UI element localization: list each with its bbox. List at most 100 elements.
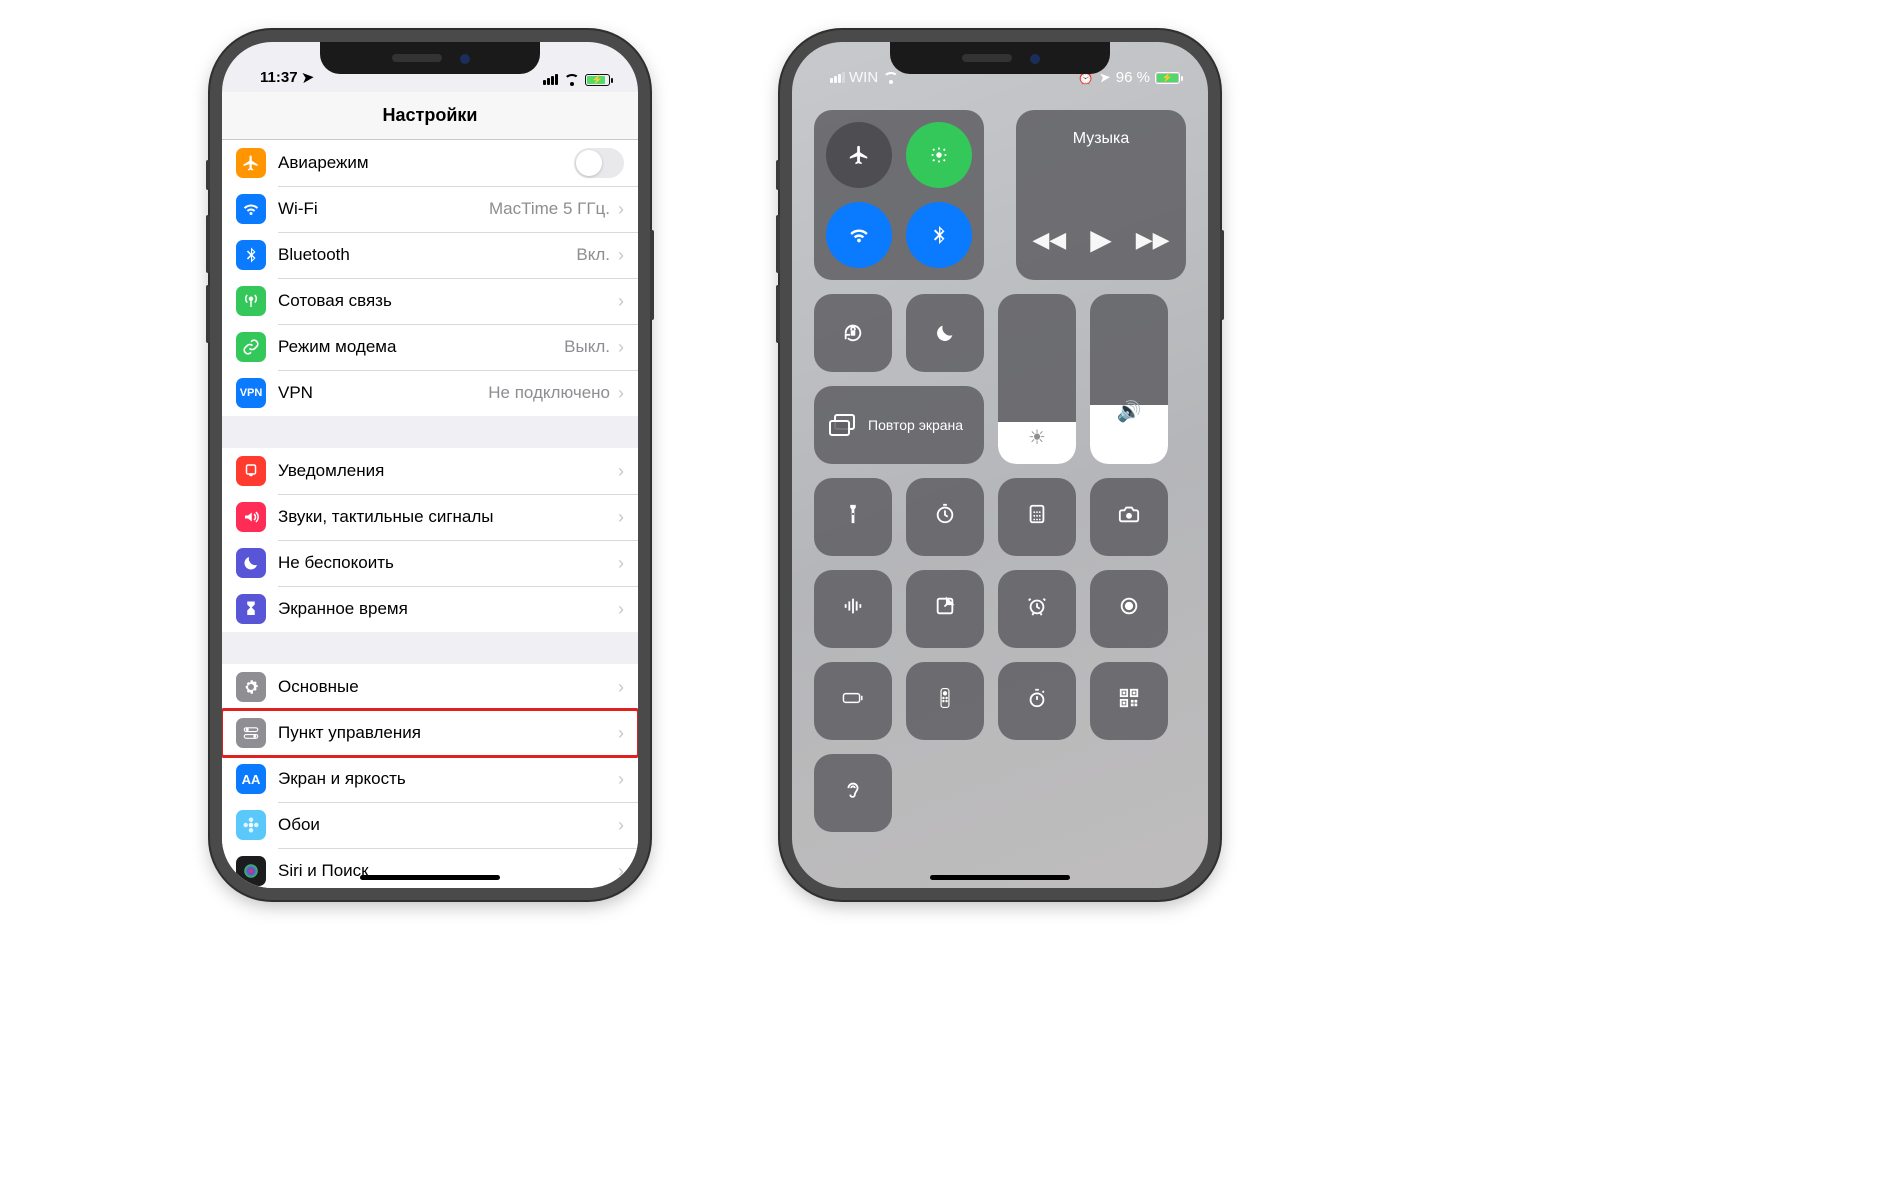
row-label: Не беспокоить: [278, 553, 618, 573]
row-label: Wi-Fi: [278, 199, 489, 219]
settings-row-wifi[interactable]: Wi-FiMacTime 5 ГГц. ›: [222, 186, 638, 232]
timer-icon: [934, 503, 956, 532]
screen-mirror-label: Повтор экрана: [868, 417, 963, 433]
home-indicator[interactable]: [360, 875, 500, 880]
cc-timer-button[interactable]: [906, 478, 984, 556]
bluetooth-toggle[interactable]: [906, 202, 972, 268]
row-detail: Вкл.: [576, 245, 610, 265]
orientation-lock-toggle[interactable]: [814, 294, 892, 372]
airplane-icon: [236, 148, 266, 178]
wifi-toggle[interactable]: [826, 202, 892, 268]
link-icon: [236, 332, 266, 362]
cc-stopwatch-button[interactable]: [998, 662, 1076, 740]
home-indicator[interactable]: [930, 875, 1070, 880]
settings-navbar: Настройки: [222, 92, 638, 140]
cc-battery-button[interactable]: [814, 662, 892, 740]
antenna-icon: [236, 286, 266, 316]
wifi-icon: [882, 71, 899, 84]
chevron-right-icon: ›: [618, 861, 624, 882]
cellular-signal-icon: [830, 72, 845, 83]
row-detail: MacTime 5 ГГц.: [489, 199, 610, 219]
settings-row-controlcenter[interactable]: Пункт управления›: [222, 710, 638, 756]
battery-icon: ⚡: [585, 74, 610, 86]
cc-hearing-button[interactable]: [814, 754, 892, 832]
siri-icon: [236, 856, 266, 886]
wifi-icon: [236, 194, 266, 224]
settings-row-general[interactable]: Основные›: [222, 664, 638, 710]
moon-icon: [236, 548, 266, 578]
vpn-icon: VPN: [236, 378, 266, 408]
row-label: Основные: [278, 677, 618, 697]
screen-mirroring-button[interactable]: Повтор экрана: [814, 386, 984, 464]
settings-list[interactable]: АвиарежимWi-FiMacTime 5 ГГц.›BluetoothВк…: [222, 140, 638, 888]
chevron-right-icon: ›: [618, 507, 624, 528]
carrier-name: WIN: [849, 69, 878, 86]
settings-row-display[interactable]: AA Экран и яркость›: [222, 756, 638, 802]
connectivity-cluster: [814, 110, 984, 280]
settings-row-bluetooth[interactable]: BluetoothВкл.›: [222, 232, 638, 278]
cc-remote-button[interactable]: [906, 662, 984, 740]
cc-qr-button[interactable]: [1090, 662, 1168, 740]
flower-icon: [236, 810, 266, 840]
toggle-switch[interactable]: [574, 148, 624, 178]
chevron-right-icon: ›: [618, 553, 624, 574]
prev-track-icon[interactable]: ◀◀: [1032, 227, 1066, 253]
do-not-disturb-toggle[interactable]: [906, 294, 984, 372]
settings-row-airplane[interactable]: Авиарежим: [222, 140, 638, 186]
chevron-right-icon: ›: [618, 815, 624, 836]
settings-row-screentime[interactable]: Экранное время›: [222, 586, 638, 632]
row-label: Звуки, тактильные сигналы: [278, 507, 618, 527]
brightness-slider[interactable]: ☀: [998, 294, 1076, 464]
status-time: 11:37: [260, 69, 298, 86]
qr-icon: [1118, 687, 1140, 716]
cellular-data-toggle[interactable]: [906, 122, 972, 188]
row-label: Экранное время: [278, 599, 618, 619]
flashlight-icon: [842, 503, 864, 532]
row-label: Сотовая связь: [278, 291, 618, 311]
phone-control-center: WIN ⏰ ➤ 96 % ⚡: [780, 30, 1220, 900]
camera-icon: [1118, 503, 1140, 532]
chevron-right-icon: ›: [618, 199, 624, 220]
volume-icon: 🔊: [1117, 399, 1142, 424]
notch: [890, 42, 1110, 74]
cc-flashlight-button[interactable]: [814, 478, 892, 556]
volume-slider[interactable]: 🔊: [1090, 294, 1168, 464]
row-label: Уведомления: [278, 461, 618, 481]
battery-icon: [842, 687, 864, 716]
record-icon: [1118, 595, 1140, 624]
chevron-right-icon: ›: [618, 769, 624, 790]
settings-row-cellular[interactable]: Сотовая связь›: [222, 278, 638, 324]
cc-voice-button[interactable]: [814, 570, 892, 648]
settings-row-vpn[interactable]: VPNVPNНе подключено›: [222, 370, 638, 416]
voice-icon: [842, 595, 864, 624]
row-detail: Не подключено: [488, 383, 610, 403]
next-track-icon[interactable]: ▶▶: [1136, 227, 1170, 253]
music-tile[interactable]: Музыка ◀◀ ▶ ▶▶: [1016, 110, 1186, 280]
row-label: Авиарежим: [278, 153, 574, 173]
row-label: VPN: [278, 383, 488, 403]
brightness-icon: ☀: [1028, 425, 1046, 450]
text-icon: AA: [236, 764, 266, 794]
note-icon: [934, 595, 956, 624]
row-detail: Выкл.: [564, 337, 610, 357]
airplane-toggle[interactable]: [826, 122, 892, 188]
settings-row-wallpaper[interactable]: Обои›: [222, 802, 638, 848]
wifi-icon: [563, 73, 580, 86]
notch: [320, 42, 540, 74]
settings-row-siri[interactable]: Siri и Поиск›: [222, 848, 638, 888]
chevron-right-icon: ›: [618, 291, 624, 312]
cc-alarm-button[interactable]: [998, 570, 1076, 648]
play-icon[interactable]: ▶: [1090, 223, 1112, 256]
settings-row-hotspot[interactable]: Режим модемаВыкл.›: [222, 324, 638, 370]
settings-row-dnd[interactable]: Не беспокоить›: [222, 540, 638, 586]
cc-camera-button[interactable]: [1090, 478, 1168, 556]
cc-note-button[interactable]: [906, 570, 984, 648]
settings-row-sounds[interactable]: Звуки, тактильные сигналы›: [222, 494, 638, 540]
chevron-right-icon: ›: [618, 245, 624, 266]
cc-calculator-button[interactable]: [998, 478, 1076, 556]
hearing-icon: [842, 779, 864, 808]
cc-record-button[interactable]: [1090, 570, 1168, 648]
row-label: Экран и яркость: [278, 769, 618, 789]
settings-row-notifications[interactable]: Уведомления›: [222, 448, 638, 494]
music-label: Музыка: [1073, 130, 1130, 148]
